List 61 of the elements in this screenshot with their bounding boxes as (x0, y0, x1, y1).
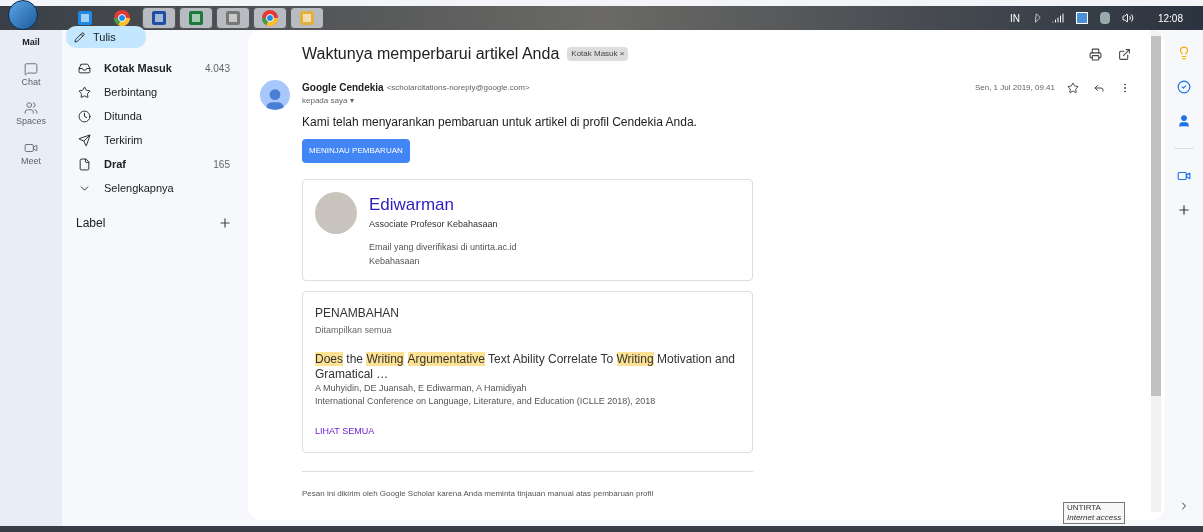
tasks-icon[interactable] (1177, 80, 1191, 94)
pencil-icon (74, 31, 85, 43)
profile-photo-placeholder (315, 192, 357, 234)
email-date: Sen, 1 Jul 2019, 09.41 (974, 81, 1055, 94)
rail-item[interactable]: Spaces (16, 101, 46, 129)
inbox-tag[interactable]: Kotak Masuk × (567, 47, 629, 61)
folder-item[interactable]: Kotak Masuk 4.043 (62, 56, 230, 80)
chat-icon (24, 61, 38, 76)
profile-position: Associate Profesor Kebahasaan (369, 217, 499, 231)
profile-verified-email: Email yang diverifikasi di untirta.ac.id (369, 241, 517, 254)
folder-item[interactable]: Ditunda (62, 104, 230, 128)
inbox-icon (78, 61, 91, 75)
additions-subheading: Ditampilkan semua (315, 324, 393, 337)
sender-address: <scholarcitations-noreply@google.com> (386, 81, 530, 94)
star-icon[interactable] (1067, 81, 1079, 94)
recipient-dropdown[interactable]: kepada saya ▾ (302, 95, 1131, 107)
volume-icon[interactable] (1121, 12, 1134, 24)
clock-icon (78, 109, 91, 123)
tooltip: UNTIRTA Internet access (1063, 502, 1126, 524)
rail-item[interactable]: Chat (21, 61, 41, 89)
additions-heading: PENAMBAHAN (315, 305, 401, 322)
email-intro: Kami telah menyarankan pembaruan untuk artikel di profil Cendekia Anda. (302, 114, 698, 131)
email-subject: Waktunya memperbarui artikel Anda (302, 44, 560, 64)
taskbar-app-button[interactable] (253, 7, 287, 29)
print-icon[interactable] (1089, 47, 1102, 61)
footer-note: Pesan ini dikirim oleh Google Scholar karena Anda meminta tinjauan manual atas pembaruan profil (302, 488, 655, 500)
folder-item[interactable]: Draf 165 (62, 152, 230, 176)
add-label-icon[interactable] (218, 216, 232, 230)
language-indicator[interactable]: IN (1009, 10, 1020, 26)
clock: 12:08 (1157, 11, 1183, 26)
browser-icon (113, 9, 131, 27)
article-authors: A Muhyidin, DE Juansah, E Ediwarman, A Hamidiyah (315, 381, 528, 395)
video-app-icon[interactable] (1177, 169, 1191, 183)
taskbar-app-button[interactable] (142, 7, 176, 29)
rail-item[interactable]: Meet (21, 140, 41, 168)
folder-item[interactable]: Selengkapnya (62, 176, 230, 200)
browser-icon (261, 9, 279, 27)
folder-item[interactable]: Berbintang (62, 80, 230, 104)
labels-heading: Label (76, 215, 106, 232)
spaces-icon (24, 101, 38, 115)
article-venue: International Conference on Language, Literature, and Education (ICLLE 2018), 2018 (315, 395, 657, 408)
contacts-icon[interactable] (1177, 114, 1191, 128)
file-icon (78, 157, 91, 171)
taskbar-app-button[interactable] (216, 7, 250, 29)
sender-name: Google Cendekia (302, 81, 384, 95)
see-all-link[interactable]: LIHAT SEMUA (315, 424, 740, 438)
taskbar-app-button[interactable] (290, 7, 324, 29)
new-window-icon[interactable] (1118, 47, 1131, 61)
rail-item[interactable]: Mail (22, 36, 40, 50)
send-icon (78, 133, 91, 147)
profile-field: Kebahasaan (369, 254, 517, 268)
compose-button[interactable]: Tulis (66, 26, 146, 48)
add-app-icon[interactable] (1177, 203, 1191, 217)
taskbar-app-button[interactable] (179, 7, 213, 29)
star-icon (78, 85, 91, 99)
folder-item[interactable]: Terkirim (62, 128, 230, 152)
article-title[interactable]: Does the Writing Argumentative Text Ability Correlate To Writing Motivation and Gramatical … (315, 351, 740, 382)
start-button[interactable] (8, 0, 38, 30)
sender-avatar (260, 80, 290, 110)
profile-name[interactable]: Ediwarman (369, 192, 517, 218)
review-updates-button[interactable]: MENINJAU PEMBARUAN (302, 139, 410, 163)
